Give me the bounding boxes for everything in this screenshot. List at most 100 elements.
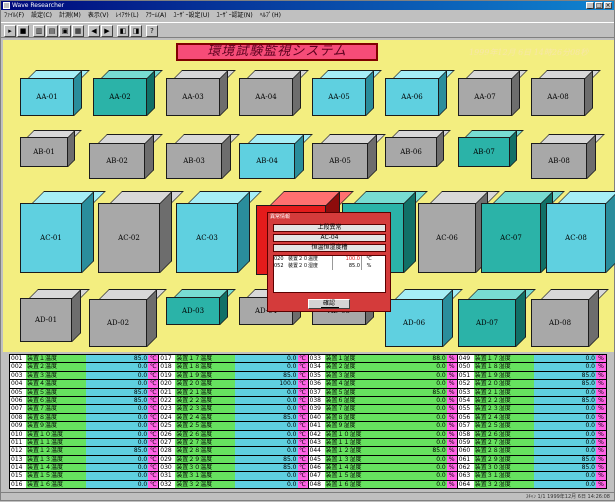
table-row[interactable]: 062 装置３０湿度 85.0% <box>457 464 606 472</box>
table-row[interactable]: 050 装置１８湿度 0.0% <box>457 363 606 371</box>
table-row[interactable]: 032 装置３２温度 0.0 ℃ <box>159 480 308 489</box>
chamber-ac-06[interactable]: AC-06 <box>418 191 488 273</box>
table-row[interactable]: 025 装置２５温度 0.0 ℃ <box>159 422 308 430</box>
table-row[interactable]: 049 装置１７湿度 0.0% <box>457 355 606 363</box>
chamber-ad-08[interactable]: AD-08 <box>531 289 599 347</box>
table-row[interactable]: 004 装置４温度 0.0 ℃ <box>10 380 159 388</box>
chamber-ad-06[interactable]: AD-06 <box>385 289 453 347</box>
chamber-ab-06[interactable]: AB-06 <box>385 130 444 167</box>
graph-icon[interactable]: ▥ <box>33 25 45 37</box>
table-row[interactable]: 051 装置１９湿度 85.0% <box>457 371 606 380</box>
table-row[interactable]: 063 装置３１湿度 0.0% <box>457 472 606 480</box>
menu-user-settings[interactable]: ﾕｰｻﾞｰ設定(U) <box>174 11 210 21</box>
table-row[interactable]: 058 装置２６湿度 0.0% <box>457 430 606 438</box>
chamber-aa-05[interactable]: AA-05 <box>312 70 374 116</box>
chamber-ad-01[interactable]: AD-01 <box>20 289 81 342</box>
table-row[interactable]: 033 装置１湿度 88.0% <box>308 355 457 363</box>
stop-icon[interactable]: ■ <box>17 25 29 37</box>
table-row[interactable]: 012 装置１２温度 85.0 ℃ <box>10 447 159 455</box>
table-row[interactable]: 038 装置６湿度 0.0% <box>308 396 457 405</box>
menu-settings[interactable]: 設定(C) <box>31 11 52 21</box>
table-row[interactable]: 046 装置１４湿度 0.0% <box>308 464 457 472</box>
chamber-aa-07[interactable]: AA-07 <box>458 70 520 116</box>
next-icon[interactable]: ▶ <box>101 25 113 37</box>
chamber-ab-05[interactable]: AB-05 <box>312 134 377 179</box>
table-row[interactable]: 009 装置９温度 0.0 ℃ <box>10 422 159 430</box>
chamber-ac-03[interactable]: AC-03 <box>176 191 250 273</box>
table-row[interactable]: 023 装置２３温度 0.0 ℃ <box>159 405 308 413</box>
maximize-button[interactable]: □ <box>595 2 603 9</box>
chamber-aa-02[interactable]: AA-02 <box>93 70 155 116</box>
chamber-ab-03[interactable]: AB-03 <box>166 134 231 179</box>
table-row[interactable]: 002 装置２温度 0.0 ℃ <box>10 363 159 371</box>
table-row[interactable]: 003 装置３温度 0.0 ℃ <box>10 371 159 380</box>
table-row[interactable]: 041 装置９湿度 0.0% <box>308 422 457 430</box>
table-row[interactable]: 015 装置１５温度 0.0 ℃ <box>10 472 159 480</box>
settings-icon[interactable]: ▦ <box>72 25 84 37</box>
table-row[interactable]: 027 装置２７温度 0.0 ℃ <box>159 438 308 447</box>
table-row[interactable]: 008 装置８温度 0.0 ℃ <box>10 413 159 422</box>
table-row[interactable]: 011 装置１１温度 0.0 ℃ <box>10 438 159 447</box>
table-row[interactable]: 019 装置１９温度 85.0 ℃ <box>159 371 308 380</box>
table-row[interactable]: 037 装置５湿度 85.0% <box>308 388 457 396</box>
print-icon[interactable]: ▤ <box>46 25 58 37</box>
minimize-button[interactable]: _ <box>586 2 594 9</box>
table-row[interactable]: 013 装置１３温度 0.0 ℃ <box>10 455 159 464</box>
chamber-ab-08[interactable]: AB-08 <box>531 134 596 179</box>
chamber-ab-02[interactable]: AB-02 <box>89 134 154 179</box>
table-row[interactable]: 042 装置１０湿度 0.0% <box>308 430 457 438</box>
table-row[interactable]: 052 装置２０湿度 85.0% <box>457 380 606 388</box>
chamber-ac-02[interactable]: AC-02 <box>98 191 172 273</box>
chamber-ac-07[interactable]: AC-07 <box>481 191 553 273</box>
table-row[interactable]: 048 装置１６湿度 0.0% <box>308 480 457 489</box>
screen2-icon[interactable]: ◨ <box>130 25 142 37</box>
table-row[interactable]: 022 装置２２温度 0.0 ℃ <box>159 396 308 405</box>
table-row[interactable]: 057 装置２５湿度 0.0% <box>457 422 606 430</box>
table-row[interactable]: 040 装置８湿度 0.0% <box>308 413 457 422</box>
prev-icon[interactable]: ◀ <box>88 25 100 37</box>
close-button[interactable]: × <box>604 2 612 9</box>
chamber-aa-03[interactable]: AA-03 <box>166 70 228 116</box>
monitor-icon[interactable]: ▣ <box>59 25 71 37</box>
table-row[interactable]: 018 装置１８温度 0.0 ℃ <box>159 363 308 371</box>
table-row[interactable]: 055 装置２３湿度 0.0% <box>457 405 606 413</box>
table-row[interactable]: 024 装置２４温度 85.0 ℃ <box>159 413 308 422</box>
chamber-ad-03[interactable]: AD-03 <box>166 289 228 325</box>
menu-measure[interactable]: 計測(M) <box>59 11 81 21</box>
confirm-button[interactable]: 確認 <box>308 299 350 309</box>
menu-help[interactable]: ﾍﾙﾌﾟ(H) <box>260 11 281 21</box>
menu-alarm[interactable]: ｱﾗｰﾑ(A) <box>146 11 167 21</box>
chamber-ab-04[interactable]: AB-04 <box>239 134 304 179</box>
chamber-ab-07[interactable]: AB-07 <box>458 130 517 167</box>
table-row[interactable]: 039 装置７湿度 0.0% <box>308 405 457 413</box>
chamber-ac-08[interactable]: AC-08 <box>546 191 615 273</box>
table-row[interactable]: 044 装置１２湿度 85.0% <box>308 447 457 455</box>
table-row[interactable]: 020 装置２０温度 100.0 ℃ <box>159 380 308 388</box>
chamber-ad-02[interactable]: AD-02 <box>89 289 157 347</box>
chamber-ad-07[interactable]: AD-07 <box>458 289 526 347</box>
table-row[interactable]: 017 装置１７温度 0.0 ℃ <box>159 355 308 363</box>
table-row[interactable]: 030 装置３０温度 85.0 ℃ <box>159 464 308 472</box>
menu-file[interactable]: ﾌｧｲﾙ(F) <box>4 11 24 21</box>
table-row[interactable]: 010 装置１０温度 0.0 ℃ <box>10 430 159 438</box>
table-row[interactable]: 036 装置４湿度 0.0% <box>308 380 457 388</box>
start-icon[interactable]: ▸ <box>4 25 16 37</box>
chamber-aa-01[interactable]: AA-01 <box>20 70 82 116</box>
menu-user-auth[interactable]: ﾕｰｻﾞｰ認証(N) <box>217 11 253 21</box>
table-row[interactable]: 021 装置２１温度 0.0 ℃ <box>159 388 308 396</box>
chamber-aa-06[interactable]: AA-06 <box>385 70 447 116</box>
table-row[interactable]: 014 装置１４温度 0.0 ℃ <box>10 464 159 472</box>
table-row[interactable]: 029 装置２９温度 85.0 ℃ <box>159 455 308 464</box>
chamber-ac-01[interactable]: AC-01 <box>20 191 94 273</box>
title-bar[interactable]: Wave Researcher _ □ × <box>1 1 614 10</box>
help-icon[interactable]: ? <box>146 25 158 37</box>
table-row[interactable]: 060 装置２８湿度 0.0% <box>457 447 606 455</box>
table-row[interactable]: 005 装置５温度 85.0 ℃ <box>10 388 159 396</box>
table-row[interactable]: 001 装置１温度 85.0 ℃ <box>10 355 159 363</box>
table-row[interactable]: 006 装置６温度 85.0 ℃ <box>10 396 159 405</box>
chamber-ab-01[interactable]: AB-01 <box>20 130 75 167</box>
table-row[interactable]: 016 装置１６温度 0.0 ℃ <box>10 480 159 489</box>
screen1-icon[interactable]: ◧ <box>117 25 129 37</box>
table-row[interactable]: 026 装置２６温度 0.0 ℃ <box>159 430 308 438</box>
table-row[interactable]: 059 装置２７湿度 0.0% <box>457 438 606 447</box>
